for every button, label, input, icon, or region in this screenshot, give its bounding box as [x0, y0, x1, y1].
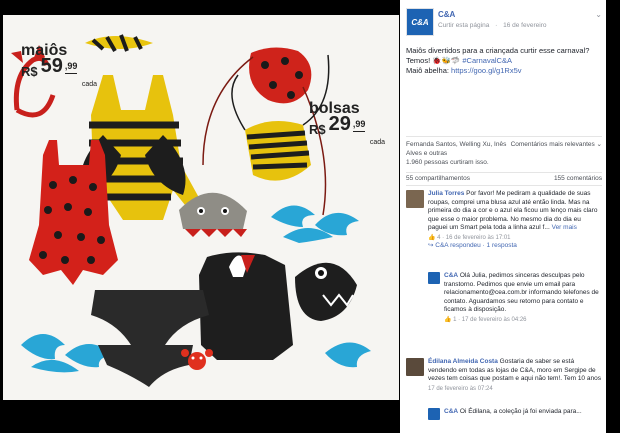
- shares-count[interactable]: 55 compartilhamentos: [406, 175, 470, 182]
- maios-price: 59: [40, 55, 63, 77]
- bolsas-price: 29: [328, 113, 351, 135]
- bolsas-currency: R$: [309, 122, 326, 137]
- hashtag-link[interactable]: #CarnavalC&A: [462, 56, 512, 65]
- ladybug-swimsuit: [29, 140, 118, 285]
- post-meta: Curtir esta página · 16 de fevereiro: [438, 22, 550, 29]
- reply-item: C&A Olá Julia, pedimos sinceras desculpa…: [428, 272, 602, 347]
- reply-text: Olá Julia, pedimos sinceras desculpas pe…: [444, 272, 599, 313]
- reply-author[interactable]: C&A: [444, 408, 458, 415]
- page-name-link[interactable]: C&A: [438, 10, 455, 19]
- meta-separator: ·: [495, 22, 498, 29]
- reply-item: C&A Oi Édilana, a coleção já foi enviada…: [428, 408, 602, 428]
- bolsas-cents: ,99: [352, 117, 366, 132]
- bolsas-unit: cada: [369, 139, 385, 146]
- post-header: C&A C&A Curtir esta página · 16 de fever…: [406, 8, 602, 36]
- engagement-counts: 55 compartilhamentos 155 comentários: [406, 172, 602, 186]
- comment-sort-dropdown[interactable]: Comentários mais relevantes ⌄: [511, 140, 602, 149]
- likes-summary: Fernanda Santos, Welling Xu, Inês Alves …: [406, 136, 602, 167]
- reply-meta: 👍 1 · 17 de fevereiro às 04:26: [444, 316, 527, 323]
- commenter-avatar[interactable]: [406, 190, 424, 208]
- comment-author[interactable]: Julia Torres: [428, 190, 464, 197]
- brand-logo: C&A: [411, 17, 429, 27]
- bolsas-price-tag: bolsas R$ 29 ,99 cada: [309, 101, 385, 147]
- shark-swim-cap: [295, 262, 357, 321]
- chevron-down-icon[interactable]: ⌄: [595, 10, 602, 19]
- maios-price-tag: maiôs R$ 59 ,99 cada: [21, 43, 97, 89]
- post-text: Maiôs divertidos para a criançada curtir…: [406, 46, 602, 76]
- comment-item: Édilana Almeida Costa Gostaria de saber …: [406, 358, 602, 403]
- maios-unit: cada: [81, 81, 97, 88]
- commenter-avatar[interactable]: [406, 358, 424, 376]
- post-photo[interactable]: maiôs R$ 59 ,99 cada bolsas R$ 29 ,99 ca…: [3, 15, 399, 400]
- product-link[interactable]: https://goo.gl/g1Rx5v: [451, 66, 521, 75]
- comment-meta: 17 de fevereiro às 07:24: [428, 385, 493, 392]
- post-text-line-2: Maiô abelha:: [406, 66, 452, 75]
- comment-meta: 👍 4 · 16 de fevereiro às 17:01: [428, 234, 511, 241]
- comment-item: Julia Torres Por favor! Me pediram a qua…: [406, 190, 602, 270]
- wave-decoration-top: [271, 205, 359, 243]
- comments-count[interactable]: 155 comentários: [554, 173, 602, 185]
- reply-body: C&A Olá Julia, pedimos sinceras desculpa…: [444, 272, 602, 324]
- reply-body: C&A Oi Édilana, a coleção já foi enviada…: [444, 408, 602, 417]
- maios-cents: ,99: [64, 59, 78, 74]
- swim-briefs: [91, 290, 209, 387]
- replies-link[interactable]: ↪ C&A respondeu · 1 resposta: [428, 242, 602, 251]
- brand-reply-avatar[interactable]: [428, 408, 440, 420]
- post-side-panel: C&A C&A Curtir esta página · 16 de fever…: [400, 0, 606, 433]
- comment-author[interactable]: Édilana Almeida Costa: [428, 358, 498, 365]
- brand-reply-avatar[interactable]: [428, 272, 440, 284]
- likers-names[interactable]: Fernanda Santos, Welling Xu, Inês Alves …: [406, 140, 516, 158]
- shark-swimsuit: [199, 252, 293, 360]
- facebook-photo-viewer: maiôs R$ 59 ,99 cada bolsas R$ 29 ,99 ca…: [0, 0, 620, 433]
- see-more-link[interactable]: Ver mais: [552, 224, 577, 231]
- like-page-link[interactable]: Curtir esta página: [438, 22, 489, 29]
- maios-currency: R$: [21, 64, 38, 79]
- comment-body: Julia Torres Por favor! Me pediram a qua…: [428, 190, 602, 251]
- likes-count[interactable]: 1.960 pessoas curtiram isso.: [406, 158, 602, 167]
- page-avatar[interactable]: C&A: [406, 8, 434, 36]
- post-date[interactable]: 16 de fevereiro: [503, 22, 546, 29]
- comment-body: Édilana Almeida Costa Gostaria de saber …: [428, 358, 602, 393]
- reply-author[interactable]: C&A: [444, 272, 458, 279]
- reply-text: Oi Édilana, a coleção já foi enviada par…: [458, 408, 582, 415]
